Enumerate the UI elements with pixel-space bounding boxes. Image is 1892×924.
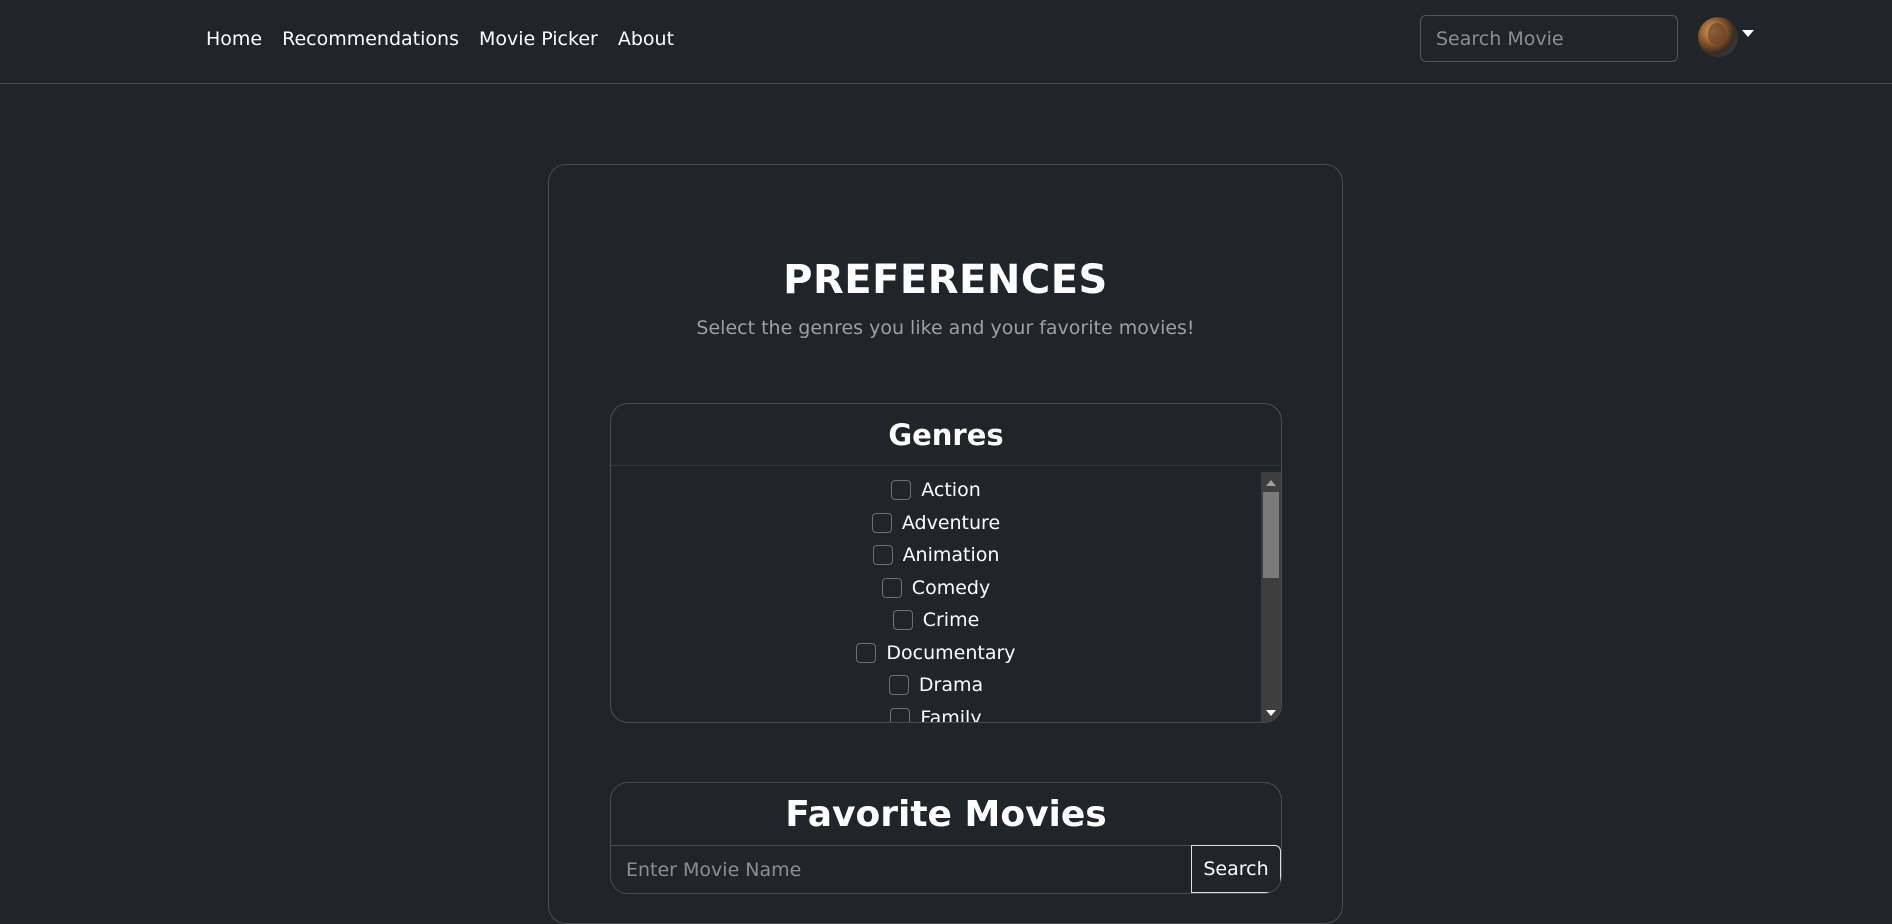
checkbox[interactable] xyxy=(888,675,909,696)
genre-label: Action xyxy=(921,479,981,502)
genre-item-comedy[interactable]: Comedy xyxy=(611,572,1261,605)
genre-item-action[interactable]: Action xyxy=(611,474,1261,507)
genre-label: Documentary xyxy=(886,641,1016,664)
genre-label: Animation xyxy=(902,544,1000,567)
genre-label: Family xyxy=(920,706,982,723)
nav-links: Home Recommendations Movie Picker About xyxy=(206,26,674,52)
page-subtitle: Select the genres you like and your favo… xyxy=(696,317,1195,339)
genre-label: Drama xyxy=(918,674,984,697)
favorite-movies-header: Favorite Movies xyxy=(785,793,1107,835)
favorite-movies-panel: Favorite Movies Search xyxy=(610,782,1282,894)
genre-scrollbar[interactable] xyxy=(1261,472,1281,722)
scroll-thumb[interactable] xyxy=(1263,492,1279,578)
checkbox[interactable] xyxy=(881,577,902,598)
genre-item-family[interactable]: Family xyxy=(611,702,1261,723)
genre-item-documentary[interactable]: Documentary xyxy=(611,637,1261,670)
checkbox[interactable] xyxy=(891,480,912,501)
movie-name-input[interactable] xyxy=(611,845,1191,893)
scroll-up-icon[interactable] xyxy=(1266,480,1276,486)
checkbox[interactable] xyxy=(871,512,892,533)
navbar: Home Recommendations Movie Picker About xyxy=(0,0,1892,84)
nav-link-home[interactable]: Home xyxy=(206,26,262,52)
genre-list[interactable]: Action Adventure Animation Comedy Crime … xyxy=(611,466,1261,723)
nav-link-movie-picker[interactable]: Movie Picker xyxy=(479,26,598,52)
genre-label: Comedy xyxy=(911,576,991,599)
genres-panel: Genres Action Adventure Animation Comedy… xyxy=(610,403,1282,723)
checkbox[interactable] xyxy=(872,545,893,566)
preferences-card: PREFERENCES Select the genres you like a… xyxy=(548,164,1343,924)
avatar[interactable] xyxy=(1698,17,1738,57)
genre-item-crime[interactable]: Crime xyxy=(611,604,1261,637)
user-menu[interactable] xyxy=(1698,17,1754,57)
page-title: PREFERENCES xyxy=(783,257,1108,303)
search-button[interactable]: Search xyxy=(1191,845,1281,893)
nav-link-about[interactable]: About xyxy=(618,26,674,52)
scroll-down-icon[interactable] xyxy=(1266,710,1276,716)
genre-item-adventure[interactable]: Adventure xyxy=(611,507,1261,540)
caret-down-icon[interactable] xyxy=(1742,29,1754,37)
checkbox[interactable] xyxy=(890,707,911,722)
checkbox[interactable] xyxy=(856,642,877,663)
genre-item-animation[interactable]: Animation xyxy=(611,539,1261,572)
nav-link-recommendations[interactable]: Recommendations xyxy=(282,26,459,52)
genre-label: Crime xyxy=(922,609,980,632)
genre-label: Adventure xyxy=(901,511,1001,534)
search-movie-input[interactable] xyxy=(1420,15,1678,62)
checkbox[interactable] xyxy=(892,610,913,631)
genre-item-drama[interactable]: Drama xyxy=(611,669,1261,702)
genres-header: Genres xyxy=(611,404,1281,466)
